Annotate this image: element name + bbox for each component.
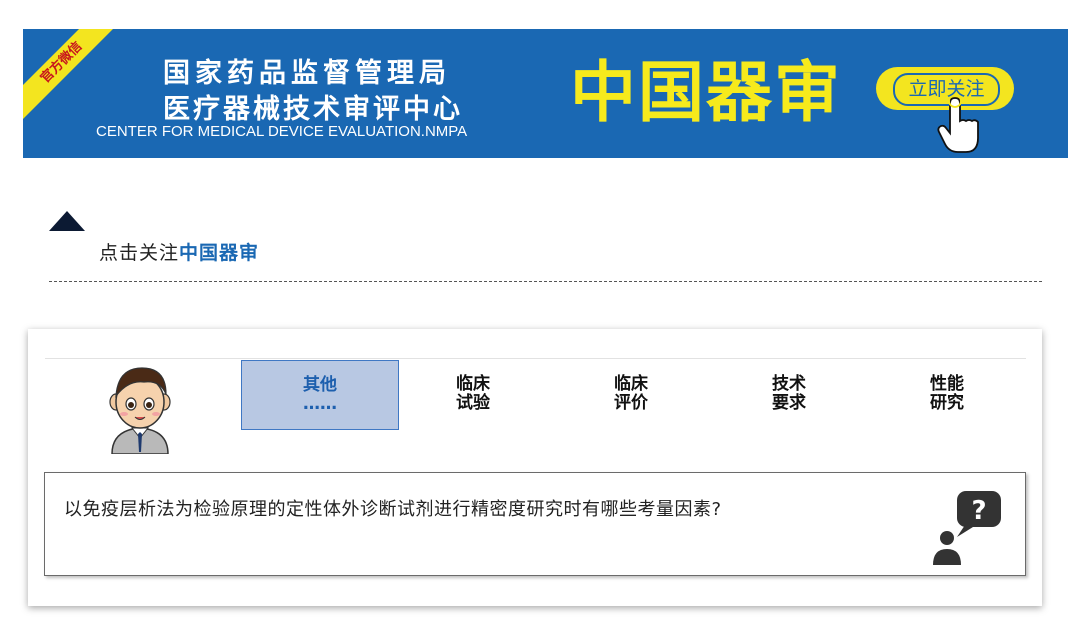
tab-clinical-evaluation[interactable]: 临床 评价 [553,360,709,428]
tab-technical-requirements[interactable]: 技术 要求 [711,360,867,428]
brand-title: 中国器审 [570,54,842,131]
tab-label-line2: …… [303,394,337,414]
tab-label-line1: 技术 [772,374,806,394]
tab-performance-study[interactable]: 性能 研究 [869,360,1025,428]
tab-label-line2: 研究 [930,393,964,413]
tab-label-line1: 其他 [303,375,337,395]
tab-label-line1: 临床 [456,374,490,394]
tab-label-line2: 要求 [772,393,806,413]
faq-card: 其他 …… 临床 试验 临床 评价 技术 要求 性能 研究 以免疫层析法为检验原… [28,329,1042,606]
org-name-line1: 国家药品监督管理局 [163,58,451,89]
question-person-icon: ? [933,491,1001,565]
org-name-english: CENTER FOR MEDICAL DEVICE EVALUATION.NMP… [96,123,468,140]
click-follow-text[interactable]: 点击关注中国器审 [99,238,259,265]
official-wechat-ribbon: 官方微信 [23,29,124,125]
pointing-hand-icon [937,97,979,153]
up-triangle-icon [49,211,85,231]
tab-other[interactable]: 其他 …… [241,360,399,430]
dashed-divider [49,281,1042,282]
org-name-line2: 医疗器械技术审评中心 [163,94,463,125]
question-box[interactable]: 以免疫层析法为检验原理的定性体外诊断试剂进行精密度研究时有哪些考量因素? ? [44,472,1026,576]
tab-label-line2: 试验 [456,393,490,413]
header-banner[interactable]: 官方微信 国家药品监督管理局 医疗器械技术审评中心 CENTER FOR MED… [23,29,1068,158]
tab-clinical-trial[interactable]: 临床 试验 [395,360,551,428]
tab-label-line1: 临床 [614,374,648,394]
svg-text:?: ? [971,496,986,526]
reviewer-avatar-icon [109,367,171,454]
click-follow-prefix: 点击关注 [99,242,180,264]
tab-label-line2: 评价 [614,393,648,413]
card-divider [45,358,1026,359]
click-follow-brand: 中国器审 [179,242,260,264]
question-text: 以免疫层析法为检验原理的定性体外诊断试剂进行精密度研究时有哪些考量因素? [64,499,722,520]
tab-label-line1: 性能 [930,374,964,394]
